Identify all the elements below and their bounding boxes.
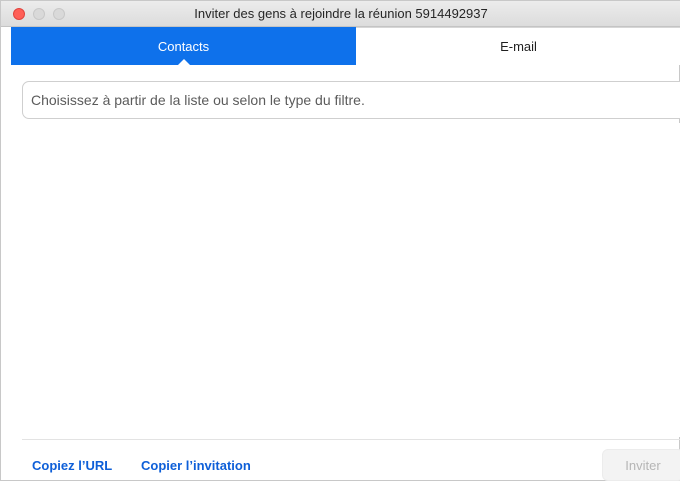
tab-email-label: E-mail bbox=[500, 39, 537, 54]
contact-list[interactable] bbox=[22, 123, 680, 437]
invite-window: Inviter des gens à rejoindre la réunion … bbox=[0, 0, 680, 481]
invite-button[interactable]: Inviter bbox=[602, 449, 680, 481]
footer-divider bbox=[22, 439, 680, 440]
tab-bar: Contacts E-mail bbox=[11, 27, 680, 65]
tab-email[interactable]: E-mail bbox=[356, 27, 680, 65]
tab-contacts[interactable]: Contacts bbox=[11, 27, 356, 65]
window-title: Inviter des gens à rejoindre la réunion … bbox=[194, 6, 488, 21]
contact-filter-input[interactable] bbox=[22, 81, 680, 119]
copy-url-link[interactable]: Copiez l’URL bbox=[32, 458, 112, 473]
tab-contacts-label: Contacts bbox=[157, 38, 210, 54]
copy-invitation-link[interactable]: Copier l’invitation bbox=[141, 458, 251, 473]
title-bar[interactable]: Inviter des gens à rejoindre la réunion … bbox=[1, 1, 680, 27]
selected-tab-indicator-icon bbox=[177, 59, 190, 65]
